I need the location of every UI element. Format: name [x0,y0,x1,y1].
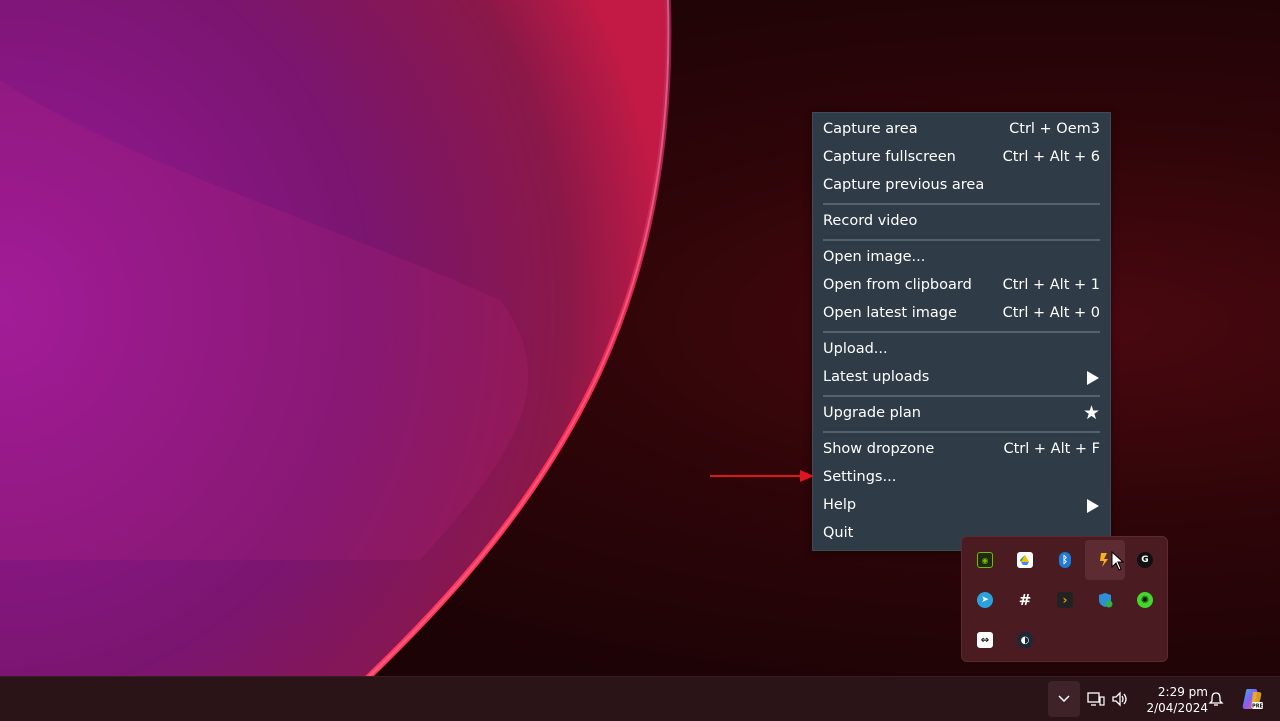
defender-icon[interactable] [1085,580,1125,620]
menu-item-latest-uploads[interactable]: Latest uploads [813,364,1110,392]
menu-item-label: Upload... [823,341,888,357]
menu-item-upload[interactable]: Upload... [813,336,1110,364]
menu-item-label: Capture fullscreen [823,149,956,165]
red-annotation-arrow-icon [710,470,814,482]
copilot-icon[interactable]: PRE [1240,687,1264,711]
menu-item-shortcut: Ctrl + Alt + F [1003,441,1100,457]
capture-app-context-menu: Capture area Ctrl + Oem3 Capture fullscr… [812,112,1111,551]
menu-item-open-image[interactable]: Open image... [813,244,1110,272]
submenu-arrow-icon [1087,499,1099,513]
show-hidden-icons-chevron-icon[interactable] [1048,681,1080,717]
menu-item-label: Open latest image [823,305,957,321]
menu-item-capture-previous-area[interactable]: Capture previous area [813,172,1110,200]
menu-item-shortcut: Ctrl + Alt + 1 [1002,277,1100,293]
menu-item-shortcut: Ctrl + Oem3 [1009,121,1100,137]
menu-item-label: Latest uploads [823,369,930,385]
menu-item-record-video[interactable]: Record video [813,208,1110,236]
telegram-icon[interactable]: ➤ [965,580,1005,620]
menu-item-label: Show dropzone [823,441,935,457]
bluetooth-icon[interactable]: ᛒ [1045,540,1085,580]
menu-item-label: Help [823,497,857,513]
google-drive-icon[interactable] [1005,540,1045,580]
star-icon: ★ [1082,402,1100,424]
nvidia-icon[interactable]: ◉ [965,540,1005,580]
clock-time: 2:29 pm [1157,685,1208,699]
menu-item-shortcut: Ctrl + Alt + 0 [1002,305,1100,321]
menu-item-show-dropzone[interactable]: Show dropzone Ctrl + Alt + F [813,436,1110,464]
menu-item-shortcut: Ctrl + Alt + 6 [1002,149,1100,165]
menu-item-label: Settings... [823,469,897,485]
teamviewer-icon[interactable]: ⇔ [965,620,1005,660]
menu-separator [823,331,1100,333]
razer-icon[interactable]: ✺ [1125,580,1165,620]
tray-overflow-flyout: ◉ ᛒ G ➤ # › ✺ ⇔ ◐ [961,536,1168,662]
menu-item-label: Open image... [823,249,926,265]
mouse-cursor-icon [1111,551,1125,571]
menu-item-open-from-clipboard[interactable]: Open from clipboard Ctrl + Alt + 1 [813,272,1110,300]
menu-item-help[interactable]: Help [813,492,1110,520]
clock-date: 2/04/2024 [1146,701,1208,715]
steam-icon[interactable]: ◐ [1005,620,1045,660]
menu-item-settings[interactable]: Settings... [813,464,1110,492]
plex-icon[interactable]: › [1045,580,1085,620]
menu-item-label: Capture area [823,121,918,137]
submenu-arrow-icon [1087,371,1099,385]
slack-icon[interactable]: # [1005,580,1045,620]
menu-item-upgrade-plan[interactable]: Upgrade plan ★ [813,400,1110,428]
menu-separator [823,203,1100,205]
menu-item-capture-fullscreen[interactable]: Capture fullscreen Ctrl + Alt + 6 [813,144,1110,172]
volume-icon[interactable] [1111,691,1129,707]
menu-separator [823,395,1100,397]
menu-separator [823,431,1100,433]
menu-item-capture-area[interactable]: Capture area Ctrl + Oem3 [813,116,1110,144]
menu-item-label: Quit [823,525,854,541]
menu-item-label: Capture previous area [823,177,985,193]
menu-separator [823,239,1100,241]
notification-bell-icon[interactable] [1208,691,1224,707]
taskbar: 2:29 pm 2/04/2024 PRE [0,676,1280,721]
svg-text:PRE: PRE [1252,704,1264,710]
menu-item-label: Record video [823,213,918,229]
network-icon[interactable] [1087,691,1105,707]
taskbar-clock[interactable]: 2:29 pm 2/04/2024 [1136,684,1208,716]
menu-item-open-latest-image[interactable]: Open latest image Ctrl + Alt + 0 [813,300,1110,328]
logitech-icon[interactable]: G [1125,540,1165,580]
menu-item-label: Upgrade plan [823,405,921,421]
menu-item-label: Open from clipboard [823,277,972,293]
